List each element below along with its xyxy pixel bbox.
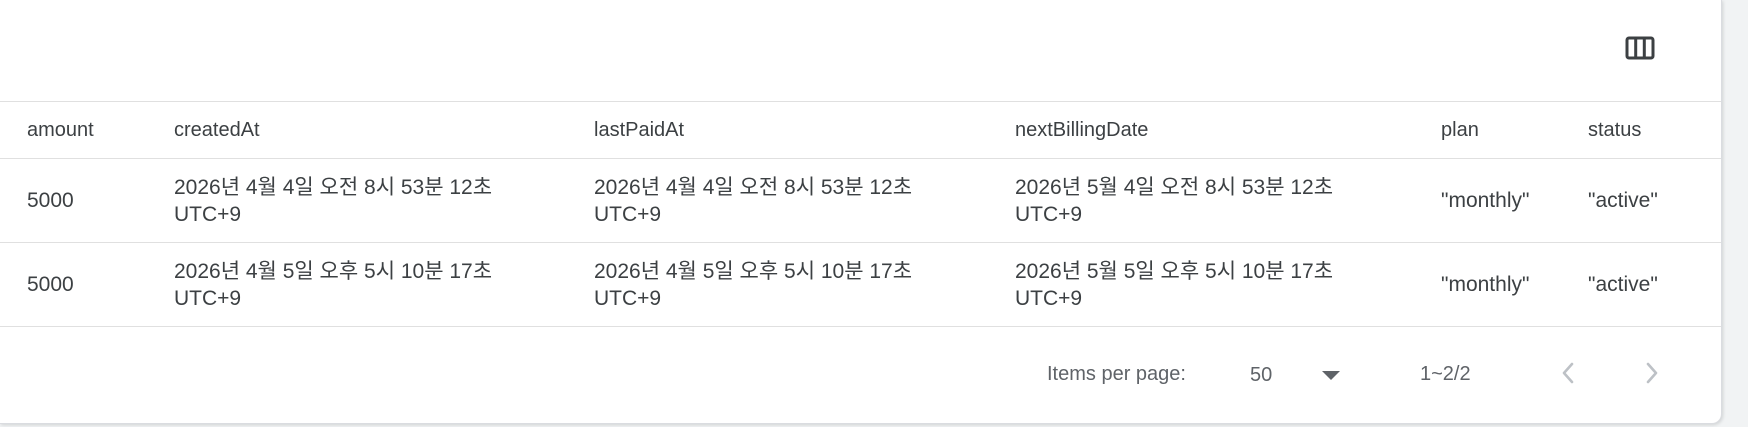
column-header-status[interactable]: status <box>1588 102 1641 158</box>
previous-page-button[interactable] <box>1546 351 1590 395</box>
cell-lastPaidAt: 2026년 4월 4일 오전 8시 53분 12초 UTC+9 <box>594 175 913 226</box>
items-per-page-label: Items per page: <box>1047 363 1186 385</box>
next-page-button[interactable] <box>1630 351 1674 395</box>
items-per-page-select[interactable]: 50 <box>1250 355 1350 395</box>
column-header-nextBillingDate[interactable]: nextBillingDate <box>1015 102 1148 158</box>
cell-amount: 5000 <box>27 189 74 212</box>
cell-plan: "monthly" <box>1441 273 1530 296</box>
cell-plan: "monthly" <box>1441 189 1530 212</box>
column-header-amount[interactable]: amount <box>27 102 94 158</box>
table-row[interactable]: 5000 2026년 4월 4일 오전 8시 53분 12초 UTC+9 202… <box>0 159 1721 243</box>
pagination-bar: Items per page: 50 1~2/2 <box>0 327 1721 424</box>
table-header-row: amount createdAt lastPaidAt nextBillingD… <box>0 102 1721 159</box>
cell-createdAt: 2026년 4월 4일 오전 8시 53분 12초 UTC+9 <box>174 175 493 226</box>
table-row[interactable]: 5000 2026년 4월 5일 오후 5시 10분 17초 UTC+9 202… <box>0 243 1721 327</box>
cell-lastPaidAt: 2026년 4월 5일 오후 5시 10분 17초 UTC+9 <box>594 259 913 310</box>
dropdown-arrow-icon <box>1322 370 1340 380</box>
column-header-plan[interactable]: plan <box>1441 102 1479 158</box>
column-header-createdAt[interactable]: createdAt <box>174 102 260 158</box>
data-table-card: amount createdAt lastPaidAt nextBillingD… <box>0 0 1722 424</box>
cell-amount: 5000 <box>27 273 74 296</box>
cell-nextBillingDate: 2026년 5월 5일 오후 5시 10분 17초 UTC+9 <box>1015 259 1334 310</box>
page-range-label: 1~2/2 <box>1420 363 1471 385</box>
cell-status: "active" <box>1588 189 1658 212</box>
cell-nextBillingDate: 2026년 5월 4일 오전 8시 53분 12초 UTC+9 <box>1015 175 1334 226</box>
columns-button[interactable] <box>1622 31 1658 65</box>
chevron-left-icon <box>1562 362 1574 384</box>
chevron-right-icon <box>1646 362 1658 384</box>
cell-createdAt: 2026년 4월 5일 오후 5시 10분 17초 UTC+9 <box>174 259 493 310</box>
table-toolbar <box>0 0 1721 102</box>
items-per-page-value: 50 <box>1250 363 1273 386</box>
cell-status: "active" <box>1588 273 1658 296</box>
column-header-lastPaidAt[interactable]: lastPaidAt <box>594 102 684 158</box>
view-column-icon <box>1625 36 1655 60</box>
